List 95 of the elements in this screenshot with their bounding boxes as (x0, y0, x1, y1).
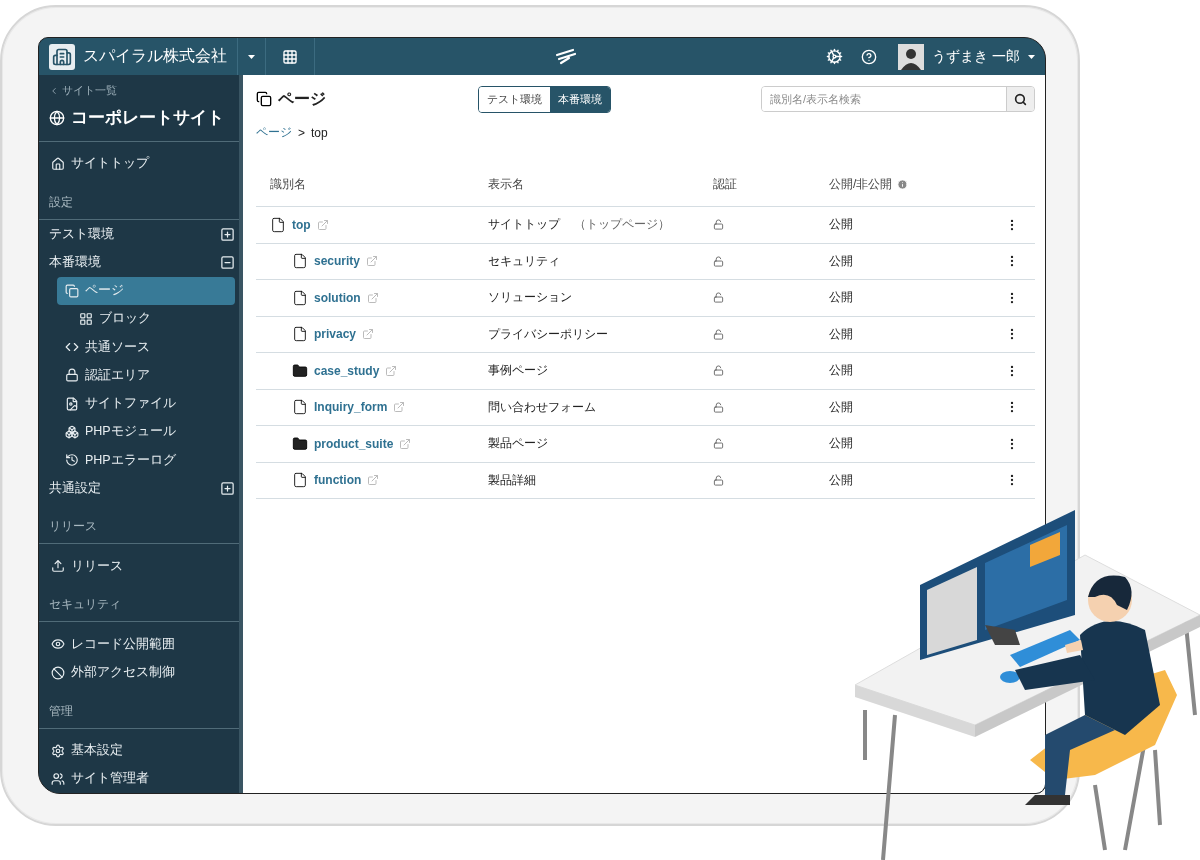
column-header: 公開/非公開 (829, 176, 893, 193)
page-id-link[interactable]: product_suite (314, 436, 394, 451)
building-icon (49, 43, 75, 70)
status-text: 公開 (829, 216, 854, 234)
globe-icon (49, 109, 65, 126)
sidebar-item[interactable]: 外部アクセス制御 (43, 658, 235, 687)
status-text: 公開 (829, 325, 854, 343)
display-name: サイトトップ (488, 216, 560, 234)
swirl-logo-icon (555, 47, 578, 66)
search-button[interactable] (1006, 87, 1034, 111)
sidebar-item[interactable]: ブロック (71, 304, 235, 333)
avatar-icon (898, 43, 925, 70)
boxes-icon (65, 424, 79, 439)
file-icon (292, 399, 308, 416)
folder-icon (292, 362, 308, 379)
display-name: プライバシーポリシー (488, 325, 608, 343)
display-name: 製品ページ (488, 435, 548, 453)
sidebar-item[interactable]: リリース (43, 552, 235, 581)
sidebar-section-heading: 設定 (39, 178, 239, 221)
pages-icon (65, 283, 79, 298)
history-icon (65, 453, 79, 467)
gear-icon (51, 743, 65, 758)
sidebar-group-label[interactable]: 本番環境 (49, 253, 101, 271)
sidebar-item[interactable]: 共通ソース (57, 332, 235, 362)
page-title: ページ (278, 88, 326, 109)
sidebar-item[interactable]: サイトファイル (57, 389, 235, 418)
expand-icon[interactable] (220, 226, 235, 242)
status-text: 公開 (829, 471, 854, 489)
company-name[interactable]: スパイラル株式会社 (83, 46, 227, 67)
upload-icon (51, 559, 65, 574)
eye-icon (51, 637, 65, 652)
display-name-note: （トップページ） (574, 216, 670, 234)
search-icon (1014, 92, 1027, 106)
expand-icon[interactable] (220, 480, 235, 496)
file-icon (292, 253, 308, 270)
file-icon (292, 289, 308, 306)
sidebar-section-heading: 管理 (39, 686, 239, 729)
status-text: 公開 (829, 398, 854, 416)
page-id-link[interactable]: privacy (314, 327, 357, 342)
status-text: 公開 (829, 289, 854, 307)
file-icon (292, 472, 308, 489)
column-header: 認証 (713, 176, 737, 193)
page-id-link[interactable]: solution (314, 290, 361, 305)
display-name: セキュリティ (488, 252, 560, 270)
sidebar-group-label[interactable]: テスト環境 (49, 225, 114, 243)
breadcrumb-current: top (311, 125, 328, 140)
user-name: うずまき 一郎 (932, 47, 1020, 66)
sidebar-item[interactable]: PHPエラーログ (57, 445, 235, 475)
environment-tab[interactable]: 本番環境 (550, 86, 610, 112)
caret-icon (1028, 54, 1035, 59)
lock-icon (65, 368, 79, 383)
sidebar-item[interactable]: 認証エリア (57, 361, 235, 390)
sidebar-section-heading: リリース (39, 502, 239, 545)
column-header: 表示名 (488, 176, 524, 193)
display-name: 製品詳細 (488, 471, 536, 489)
breadcrumb-separator: > (298, 125, 305, 140)
sidebar-item[interactable]: ページ (57, 276, 235, 305)
grid-icon (282, 48, 298, 65)
user-menu[interactable]: うずまき 一郎 (886, 43, 1045, 70)
page-id-link[interactable]: case_study (314, 363, 380, 378)
sidebar-item[interactable]: レコード公開範囲 (43, 630, 235, 659)
image-file-icon (65, 396, 79, 411)
display-name: ソリューション (488, 289, 572, 307)
chevron-left-icon (49, 85, 59, 96)
grid-icon (79, 311, 93, 326)
sidebar-item[interactable]: 基本設定 (43, 736, 235, 765)
display-name: 問い合わせフォーム (488, 398, 596, 416)
file-icon (270, 216, 286, 233)
sidebar-item[interactable]: PHPモジュール (57, 417, 235, 446)
display-name: 事例ページ (488, 362, 548, 380)
collapse-icon[interactable] (220, 254, 235, 270)
folder-icon (292, 435, 308, 452)
page-id-link[interactable]: top (292, 217, 311, 232)
site-name: コーポレートサイト (71, 107, 224, 129)
status-text: 公開 (829, 435, 854, 453)
pages-icon (256, 91, 272, 107)
sidebar-item[interactable]: サイトトップ (43, 149, 235, 179)
page-id-link[interactable]: security (314, 254, 361, 269)
home-icon (51, 156, 65, 171)
file-icon (292, 326, 308, 343)
sidebar-item[interactable]: サイト管理者 (43, 764, 235, 793)
search-field[interactable]: 識別名/表示名検索 (761, 86, 1035, 112)
sidebar-group-label[interactable]: 共通設定 (49, 479, 101, 497)
status-text: 公開 (829, 252, 854, 270)
page-id-link[interactable]: Inquiry_form (314, 400, 388, 415)
status-text: 公開 (829, 362, 854, 380)
page-id-link[interactable]: function (314, 473, 362, 488)
back-link[interactable]: サイト一覧 (39, 75, 239, 98)
breadcrumb-link[interactable]: ページ (256, 124, 292, 141)
caret-icon (248, 54, 255, 59)
column-header: 識別名 (270, 176, 306, 193)
ban-icon (51, 665, 65, 680)
users-icon (51, 771, 65, 786)
sidebar-section-heading: セキュリティ (39, 580, 239, 623)
info-icon[interactable] (897, 179, 909, 190)
